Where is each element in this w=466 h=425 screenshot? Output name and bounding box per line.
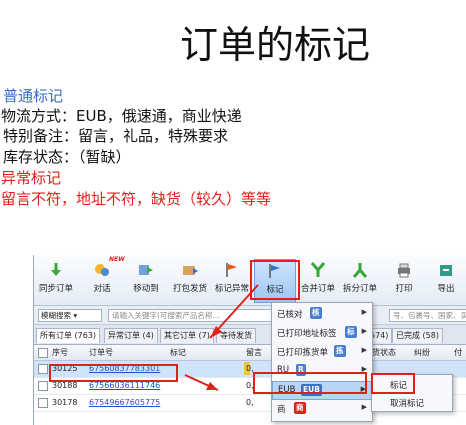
search-mode-value: 模糊搜索 [41,311,71,320]
header-order-no[interactable]: 订单号 [89,347,113,358]
package-icon [183,266,198,275]
flag-icon [226,263,237,277]
search-filter-input[interactable]: 号、包裹号、国家、买家 [389,309,466,322]
header-pay[interactable]: 付 [454,347,462,358]
row-checkbox[interactable] [38,364,48,374]
row-order-link[interactable]: 67566036111746 [89,381,160,390]
chevron-right-icon: ▶ [361,308,367,316]
chevron-right-icon: ▶ [361,403,367,411]
chevron-right-icon: ▶ [361,327,367,335]
merge-icon [310,262,326,277]
export-icon [440,265,452,276]
tab-completed[interactable]: 已完成 (58) [392,328,443,343]
header-seq[interactable]: 序号 [52,347,68,358]
page-title: 订单的标记 [180,23,371,67]
select-all-checkbox[interactable] [38,348,48,358]
shipping-method-line: 物流方式：EUB，俄速通，商业快递 [1,107,242,125]
menu-item-label: 商 [277,405,286,415]
tab-all-orders[interactable]: 所有订单 (763) [36,328,101,343]
search-mode-select[interactable]: 模糊搜索 ▾ [38,309,102,322]
move-icon [139,265,153,275]
highlight-submenu-mark [371,373,415,394]
abnormal-mark-items: 留言不符，地址不符，缺货（较久）等等 [1,190,272,208]
row-seq: 30178 [52,398,78,407]
sync-orders-label: 同步订单 [38,284,73,294]
row-checkbox[interactable] [38,381,48,391]
abnormal-mark-heading: 异常标记 [1,169,62,187]
menu-item-commercial[interactable]: 商 商 ▶ [272,400,372,417]
export-button[interactable]: 导出 [426,259,466,301]
split-orders-button[interactable]: 拆分订单 [340,259,380,301]
normal-mark-heading: 普通标记 [3,87,64,105]
print-button[interactable]: 打印 [384,259,424,301]
special-remarks-line: 特别备注：留言，礼品，特殊要求 [3,127,229,145]
checked-badge: 核 [310,307,322,319]
submenu-unmark[interactable]: 取消标记 [372,394,452,411]
sync-orders-button[interactable]: 同步订单 [36,259,76,301]
export-label: 导出 [437,284,455,294]
print-label: 打印 [395,284,413,294]
chat-icon [95,264,109,276]
merge-orders-button[interactable]: 合并订单 [298,259,338,301]
split-icon [352,263,368,278]
submenu-unmark-label: 取消标记 [390,399,425,409]
move-to-label: 移动到 [133,284,159,294]
printer-icon [398,263,410,278]
header-stock-status[interactable]: 货状态 [372,347,396,358]
picklist-badge: 拣 [334,345,346,357]
stock-status-line: 库存状态：（暂缺） [3,148,131,166]
row-checkbox[interactable] [38,398,48,408]
annotation-arrows [184,284,259,391]
highlight-order-row [49,364,178,382]
row-seq: 30188 [52,381,78,390]
commercial-badge: 商 [294,402,306,414]
tab-abnormal-orders[interactable]: 异常订单 (4) [104,328,158,343]
header-dispute[interactable]: 纠纷 [414,347,430,358]
chat-button[interactable]: 对话 [82,259,122,301]
sync-icon [51,263,61,276]
label-badge: 标 [345,326,357,338]
chat-label: 对话 [93,284,111,294]
chevron-right-icon: ▶ [361,346,367,354]
move-to-button[interactable]: 移动到 [126,259,166,301]
split-orders-label: 拆分订单 [342,284,377,294]
row-order-link[interactable]: 67549667605775 [89,398,160,407]
merge-orders-label: 合并订单 [300,284,335,294]
